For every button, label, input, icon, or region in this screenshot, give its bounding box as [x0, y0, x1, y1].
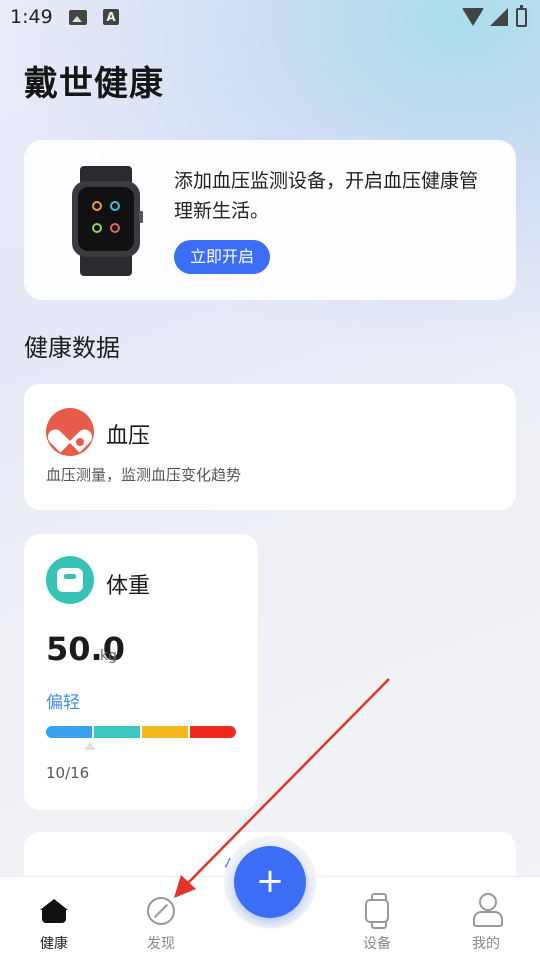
a-notification-icon: A	[103, 9, 119, 25]
weight-range-bar	[46, 726, 236, 738]
promo-text: 添加血压监测设备，开启血压健康管理新生活。	[174, 170, 479, 222]
section-title: 健康数据	[24, 334, 120, 362]
nav-item-mine[interactable]: 我的	[441, 877, 531, 960]
nav-label: 我的	[472, 936, 500, 952]
status-time: 1:49	[10, 6, 53, 28]
weight-pointer-icon	[84, 742, 96, 750]
image-notification-icon	[69, 10, 87, 25]
weight-card[interactable]: 体重 50.0 kg 偏轻 10/16	[24, 534, 258, 810]
weight-range-segment	[94, 726, 140, 738]
start-now-button[interactable]: 立即开启	[174, 240, 270, 274]
wifi-icon	[462, 8, 484, 26]
smartwatch-image	[70, 166, 143, 276]
blood-pressure-icon	[46, 408, 94, 456]
weight-title: 体重	[106, 574, 151, 599]
weight-scale-icon	[46, 556, 94, 604]
blood-pressure-card[interactable]: 血压 血压测量，监测血压变化趋势	[24, 384, 516, 510]
home-icon	[40, 899, 68, 923]
nav-item-device[interactable]: 设备	[332, 877, 422, 960]
nav-label: 健康	[40, 936, 68, 952]
weight-range-segment	[190, 726, 236, 738]
battery-icon	[516, 5, 527, 27]
weight-date: 10/16	[46, 764, 90, 782]
nav-item-health[interactable]: 健康	[9, 877, 99, 960]
nav-label: 设备	[363, 936, 391, 952]
weight-status: 偏轻	[46, 693, 80, 713]
signal-icon	[490, 8, 508, 26]
promo-card[interactable]: 添加血压监测设备，开启血压健康管理新生活。 立即开启	[24, 140, 516, 300]
blood-pressure-description: 血压测量，监测血压变化趋势	[46, 466, 242, 484]
nav-label: 发现	[147, 936, 175, 952]
status-bar: 1:49 A	[0, 0, 540, 36]
weight-unit: kg	[100, 648, 117, 664]
weight-range-segment	[46, 726, 92, 738]
weight-range-segment	[142, 726, 188, 738]
user-icon	[472, 893, 503, 927]
add-button[interactable]: +	[234, 846, 306, 918]
compass-icon	[147, 897, 175, 925]
blood-pressure-title: 血压	[106, 424, 151, 449]
page-title: 戴世健康	[24, 64, 164, 104]
nav-item-discover[interactable]: 发现	[116, 877, 206, 960]
watch-icon	[365, 893, 389, 929]
